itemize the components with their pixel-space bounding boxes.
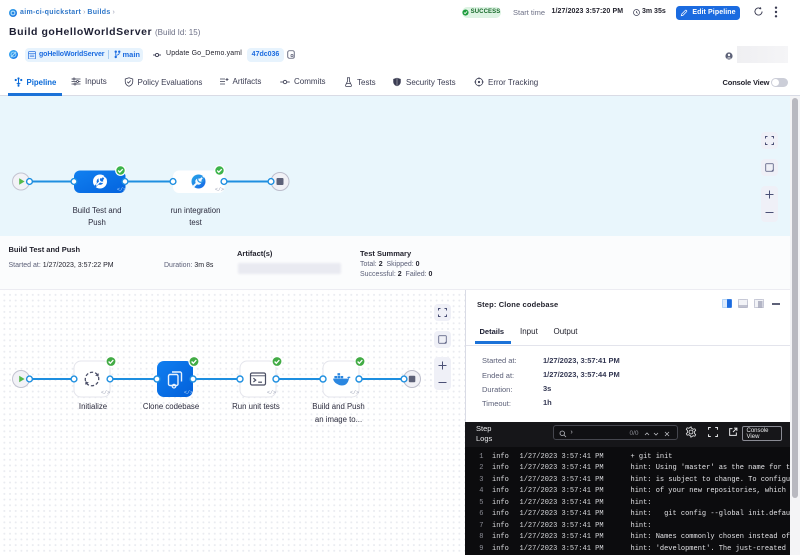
- svg-text:</>: </>: [117, 187, 126, 193]
- svg-text:</>: </>: [215, 187, 224, 193]
- svg-text:</>: </>: [184, 390, 193, 396]
- svg-text:</>: </>: [101, 390, 110, 396]
- svg-text:</>: </>: [350, 390, 359, 396]
- svg-text:</>: </>: [267, 390, 276, 396]
